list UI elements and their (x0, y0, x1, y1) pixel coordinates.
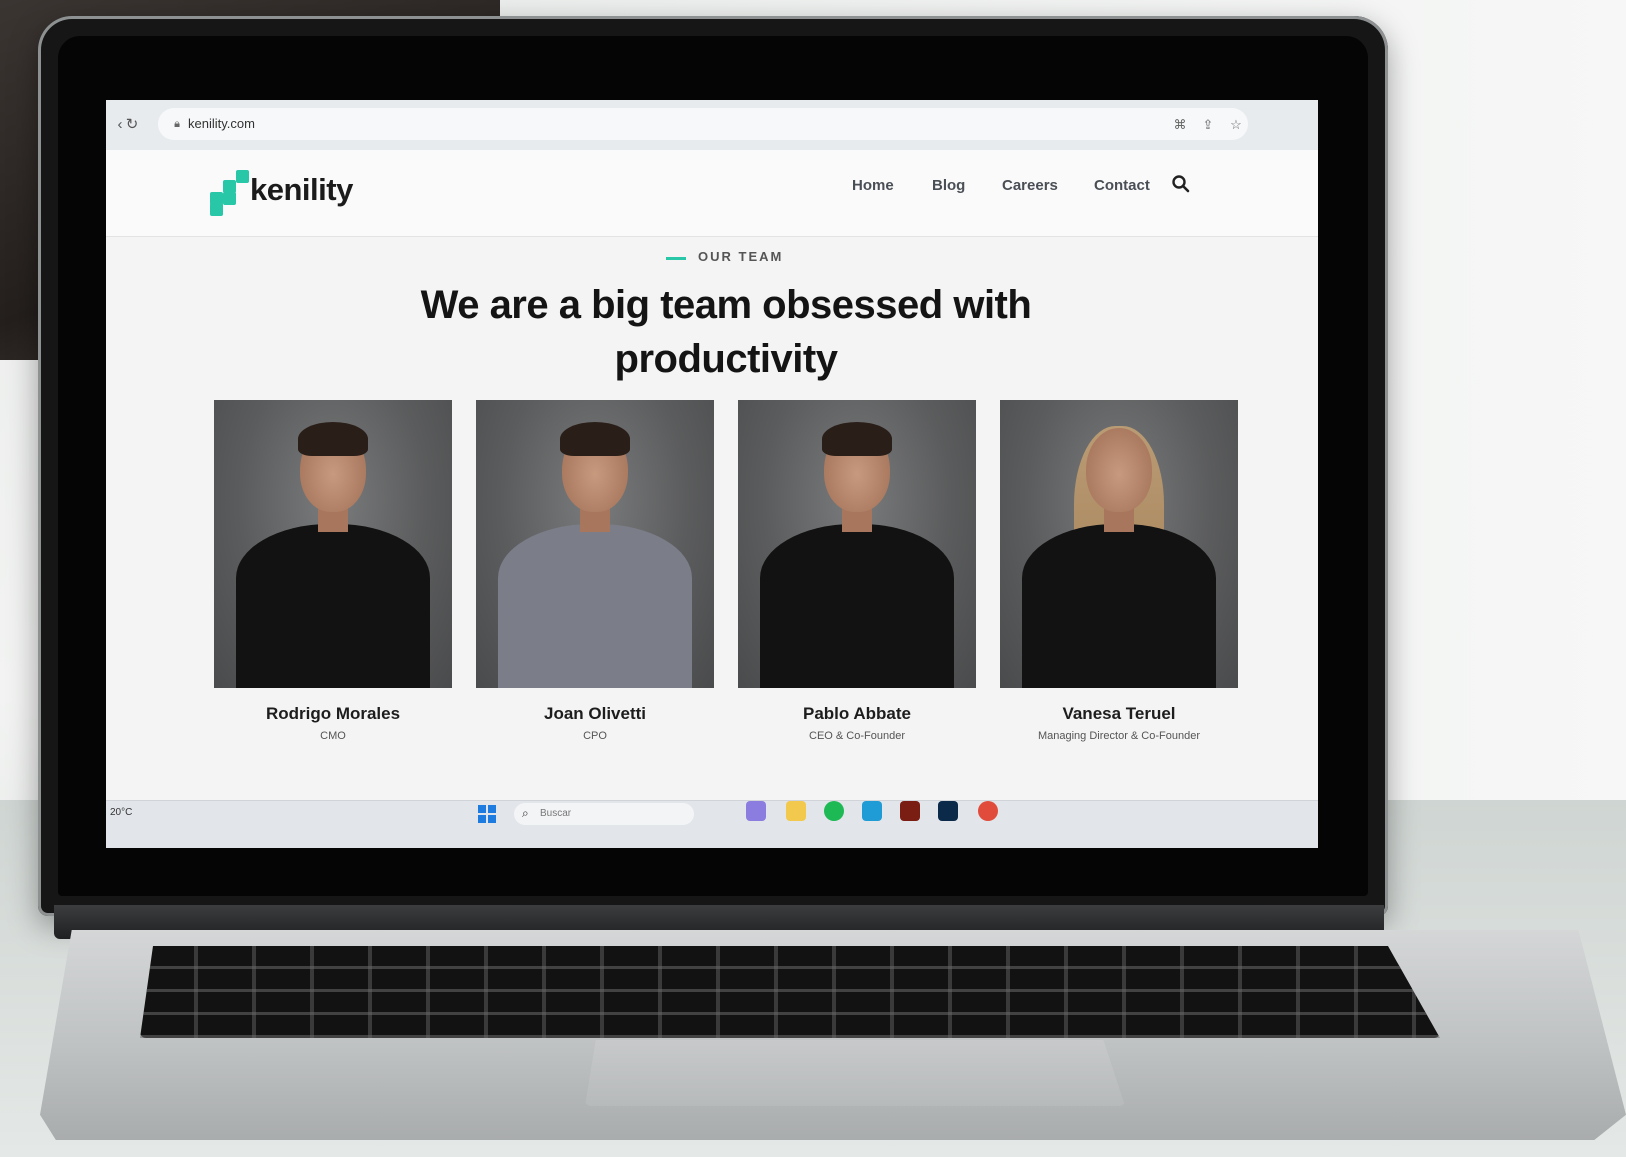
teams-app-icon[interactable] (746, 801, 766, 821)
team-member-role: CMO (320, 730, 346, 742)
photo-hair (298, 422, 368, 456)
team-member-photo (1000, 400, 1238, 688)
weather-widget[interactable]: 20°C (110, 807, 132, 818)
team-card[interactable]: Rodrigo Morales CMO (214, 400, 452, 742)
team-member-photo (738, 400, 976, 688)
team-member-name: Joan Olivetti (543, 704, 647, 723)
keyboard-rows (140, 946, 1440, 1038)
laptop-trackpad (585, 1040, 1125, 1106)
taskbar-search-placeholder: Buscar (540, 808, 572, 819)
laptop-screen: ‹ ↻ 🔒︎ kenility.com ⌘ ⇪ ☆ kenility Home … (106, 100, 1318, 848)
team-card[interactable]: Vanesa Teruel Managing Director & Co-Fou… (1000, 400, 1238, 742)
site-header: kenility Home Blog Careers Contact (106, 150, 1318, 237)
bookmark-star-icon[interactable]: ☆ (1226, 116, 1246, 134)
chrome-icon[interactable] (978, 801, 998, 821)
windows-start-icon[interactable] (478, 805, 496, 823)
os-taskbar: 20°C ⌕ Buscar (106, 800, 1318, 848)
photo-body (1022, 524, 1216, 688)
section-headline: We are a big team obsessed with producti… (420, 283, 1032, 381)
illustrator-icon[interactable] (900, 801, 920, 821)
photoshop-icon[interactable] (938, 801, 958, 821)
file-explorer-icon[interactable] (786, 801, 806, 821)
team-member-role: CEO & Co-Founder (809, 730, 905, 742)
team-member-role: Managing Director & Co-Founder (1037, 730, 1201, 742)
lock-icon: 🔒︎ (174, 118, 180, 130)
reload-icon[interactable]: ↻ (122, 115, 142, 135)
team-member-photo (214, 400, 452, 688)
photo-body (498, 524, 692, 688)
spotify-icon[interactable] (824, 801, 844, 821)
logo-mark-icon (210, 170, 250, 216)
taskbar-search-icon: ⌕ (522, 806, 529, 820)
translate-icon[interactable]: ⌘ (1170, 116, 1190, 134)
nav-contact[interactable]: Contact (1094, 177, 1150, 194)
nav-careers[interactable]: Careers (1002, 177, 1058, 194)
search-icon[interactable] (1170, 173, 1192, 195)
photo-hair (822, 422, 892, 456)
eyebrow-accent-line (666, 257, 686, 260)
team-card[interactable]: Joan Olivetti CPO (476, 400, 714, 742)
nav-home[interactable]: Home (852, 177, 894, 194)
taskbar-search[interactable]: ⌕ Buscar (514, 803, 694, 825)
photo-body (236, 524, 430, 688)
team-member-role: CPO (583, 730, 607, 742)
edge-browser-icon[interactable] (862, 801, 882, 821)
team-member-name: Pablo Abbate (803, 704, 911, 723)
kenility-logo[interactable]: kenility (210, 166, 360, 216)
photo-head (1086, 428, 1152, 512)
team-member-name: Vanesa Teruel (1062, 704, 1176, 723)
url-text: kenility.com (188, 116, 255, 131)
logo-text: kenility (250, 172, 353, 207)
team-member-photo (476, 400, 714, 688)
address-bar[interactable]: 🔒︎ kenility.com ⌘ ⇪ ☆ (158, 108, 1248, 140)
eyebrow-text: OUR TEAM (698, 249, 784, 264)
nav-blog[interactable]: Blog (932, 177, 965, 194)
team-member-name: Rodrigo Morales (265, 704, 401, 723)
team-card[interactable]: Pablo Abbate CEO & Co-Founder (738, 400, 976, 742)
share-icon[interactable]: ⇪ (1198, 116, 1218, 134)
photo-body (760, 524, 954, 688)
section-eyebrow: OUR TEAM (666, 248, 866, 268)
photo-hair (560, 422, 630, 456)
browser-toolbar: ‹ ↻ 🔒︎ kenility.com ⌘ ⇪ ☆ (106, 100, 1318, 151)
